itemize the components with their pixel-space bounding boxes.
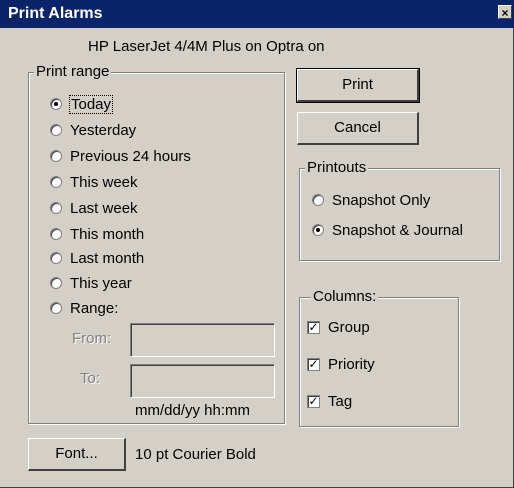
radio-button[interactable] xyxy=(50,176,62,188)
cancel-button[interactable]: Cancel xyxy=(297,112,419,145)
from-label: From: xyxy=(72,330,112,347)
close-button[interactable]: × xyxy=(498,5,512,20)
checkbox-priority[interactable]: ✓ Priority xyxy=(307,354,375,374)
radio-this-month[interactable]: This month xyxy=(50,224,144,244)
radio-last-month[interactable]: Last month xyxy=(50,248,144,268)
radio-label: Range: xyxy=(70,299,119,317)
print-range-label: Print range xyxy=(34,63,112,80)
radio-label: Previous 24 hours xyxy=(70,147,191,165)
radio-range[interactable]: Range: xyxy=(50,298,118,318)
radio-label: Snapshot & Journal xyxy=(332,221,463,239)
checkbox-label: Group xyxy=(328,318,370,336)
radio-button[interactable] xyxy=(50,98,62,110)
columns-label: Columns: xyxy=(311,288,379,305)
radio-label: This year xyxy=(70,274,132,292)
radio-label: Yesterday xyxy=(70,121,137,139)
radio-label: Last week xyxy=(70,199,138,217)
radio-button[interactable] xyxy=(312,194,324,206)
radio-button[interactable] xyxy=(50,228,62,240)
radio-snapshot-only[interactable]: Snapshot Only xyxy=(312,190,430,210)
radio-button[interactable] xyxy=(50,150,62,162)
radio-button[interactable] xyxy=(50,124,62,136)
radio-label: This month xyxy=(70,225,145,243)
radio-previous-24-hours[interactable]: Previous 24 hours xyxy=(50,146,191,166)
close-icon: × xyxy=(501,6,509,20)
radio-button[interactable] xyxy=(312,224,324,236)
check-icon[interactable]: ✓ xyxy=(307,357,320,371)
to-label: To: xyxy=(80,370,101,387)
radio-button[interactable] xyxy=(50,202,62,214)
checkbox-label: Tag xyxy=(328,392,353,410)
radio-button[interactable] xyxy=(50,277,62,289)
radio-last-week[interactable]: Last week xyxy=(50,198,138,218)
printouts-group xyxy=(299,168,500,261)
radio-button[interactable] xyxy=(50,302,62,314)
title-bar[interactable]: Print Alarms × xyxy=(0,0,514,28)
font-button[interactable]: Font... xyxy=(28,438,126,471)
radio-label: Today xyxy=(68,94,114,114)
radio-button[interactable] xyxy=(50,252,62,264)
radio-today[interactable]: Today xyxy=(50,94,114,114)
date-format-hint: mm/dd/yy hh:mm xyxy=(135,402,251,419)
printouts-label: Printouts xyxy=(305,159,369,176)
checkbox-group[interactable]: ✓ Group xyxy=(307,317,370,337)
printer-name: HP LaserJet 4/4M Plus on Optra on xyxy=(88,38,325,55)
radio-yesterday[interactable]: Yesterday xyxy=(50,120,136,140)
radio-label: This week xyxy=(70,173,138,191)
radio-label: Snapshot Only xyxy=(332,191,431,209)
radio-this-week[interactable]: This week xyxy=(50,172,138,192)
radio-this-year[interactable]: This year xyxy=(50,273,132,293)
checkbox-tag[interactable]: ✓ Tag xyxy=(307,391,352,411)
from-field[interactable] xyxy=(130,323,275,357)
font-description: 10 pt Courier Bold xyxy=(135,446,256,463)
to-field[interactable] xyxy=(130,364,275,398)
check-icon[interactable]: ✓ xyxy=(307,320,320,334)
print-button[interactable]: Print xyxy=(296,68,420,103)
print-alarms-dialog: Print Alarms × HP LaserJet 4/4M Plus on … xyxy=(0,0,514,488)
check-icon[interactable]: ✓ xyxy=(307,394,320,408)
window-title: Print Alarms xyxy=(8,5,103,22)
checkbox-label: Priority xyxy=(328,355,375,373)
radio-label: Last month xyxy=(70,249,145,267)
radio-snapshot-journal[interactable]: Snapshot & Journal xyxy=(312,220,463,240)
